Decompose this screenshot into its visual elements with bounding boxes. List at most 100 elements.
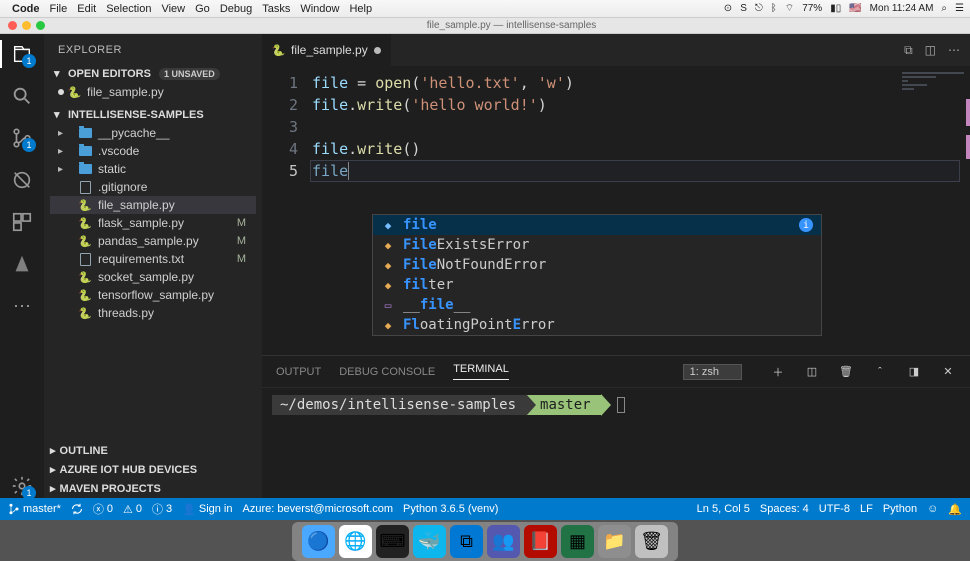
workspace-section[interactable]: ▾ INTELLISENSE-SAMPLES (50, 105, 256, 124)
code-line[interactable]: file.write() (312, 138, 970, 160)
terminal-body[interactable]: ~/demos/intellisense-samples master (262, 388, 970, 498)
close-panel-button[interactable]: ✕ (940, 364, 956, 380)
menu-icon[interactable]: ⊙ (724, 3, 732, 14)
menu-icon[interactable]: S (740, 3, 747, 14)
extensions-icon[interactable] (10, 210, 34, 234)
maximize-window-button[interactable] (36, 21, 45, 30)
panel-up-button[interactable]: ˆ (872, 364, 888, 380)
file-tree-item[interactable]: .gitignore (50, 178, 256, 196)
file-tree-item[interactable]: ▸static (50, 160, 256, 178)
code-line[interactable]: file.write('hello world!') (312, 94, 970, 116)
suggest-item[interactable]: ◆ FileExistsError (373, 235, 821, 255)
split-editor-icon[interactable]: ◫ (925, 43, 936, 57)
menu-item[interactable]: Go (195, 3, 210, 15)
more-icon[interactable]: ⋯ (948, 43, 960, 57)
close-window-button[interactable] (8, 21, 17, 30)
menu-item[interactable]: Selection (106, 3, 151, 15)
dock-app-excel[interactable]: ▦ (561, 525, 594, 558)
python-env-status[interactable]: Python 3.6.5 (venv) (403, 503, 498, 515)
collapsed-section[interactable]: ▸AZURE IOT HUB DEVICES (44, 460, 262, 479)
more-icon[interactable]: ⋯ (10, 294, 34, 318)
warnings-status[interactable]: ⚠ 0 (123, 503, 142, 516)
file-tree-item[interactable]: 🐍tensorflow_sample.py (50, 286, 256, 304)
file-tree-item[interactable]: ▸.vscode (50, 142, 256, 160)
dock-app-acrobat[interactable]: 📕 (524, 525, 557, 558)
sync-status[interactable] (71, 503, 83, 515)
flag-icon[interactable]: 🇺🇸 (849, 3, 861, 14)
debug-icon[interactable] (10, 168, 34, 192)
panel-tab-terminal[interactable]: TERMINAL (453, 363, 509, 380)
file-tree-item[interactable]: 🐍socket_sample.py (50, 268, 256, 286)
open-editor-item[interactable]: 🐍 file_sample.py (50, 83, 256, 101)
kill-terminal-button[interactable]: 🗑 (838, 364, 854, 380)
menu-icon[interactable]: ⎋ (755, 3, 763, 14)
suggest-item[interactable]: ◆ FileNotFoundError (373, 255, 821, 275)
info-status[interactable]: ⓘ 3 (152, 501, 172, 517)
dock-app-terminal[interactable]: ⌨ (376, 525, 409, 558)
search-icon[interactable]: ⌕ (941, 3, 947, 14)
explorer-icon[interactable]: 1 (10, 42, 34, 66)
menu-item[interactable]: View (161, 3, 185, 15)
file-tree-item[interactable]: 🐍pandas_sample.py M (50, 232, 256, 250)
file-tree-item[interactable]: 🐍file_sample.py (50, 196, 256, 214)
menu-item[interactable]: Window (300, 3, 339, 15)
file-tree-item[interactable]: 🐍threads.py (50, 304, 256, 322)
git-branch-status[interactable]: master* (8, 503, 61, 515)
code-line[interactable]: file = open('hello.txt', 'w') (312, 72, 970, 94)
menu-item[interactable]: Debug (220, 3, 252, 15)
dock-app-trash[interactable]: 🗑 (635, 525, 668, 558)
terminal-select[interactable]: 1: zsh (683, 364, 742, 380)
search-icon[interactable] (10, 84, 34, 108)
minimize-window-button[interactable] (22, 21, 31, 30)
bluetooth-icon[interactable]: ᛒ (771, 3, 777, 14)
menu-icon[interactable]: ☰ (955, 3, 964, 14)
azure-status[interactable]: Azure: beverst@microsoft.com (243, 503, 394, 515)
dock-app-teams[interactable]: 👥 (487, 525, 520, 558)
menu-app[interactable]: Code (12, 3, 40, 15)
compare-icon[interactable]: ⧉ (904, 43, 913, 58)
collapsed-section[interactable]: ▸OUTLINE (44, 441, 262, 460)
maximize-panel-button[interactable]: ◨ (906, 364, 922, 380)
errors-status[interactable]: ⓧ 0 (93, 501, 113, 517)
menu-item[interactable]: Edit (77, 3, 96, 15)
new-terminal-button[interactable]: ＋ (770, 364, 786, 380)
tab-bar: 🐍 file_sample.py ⧉ ◫ ⋯ (262, 34, 970, 66)
signin-status[interactable]: 👤 Sign in (182, 503, 232, 516)
dock-app-vscode[interactable]: ⧉ (450, 525, 483, 558)
code-line[interactable] (312, 116, 970, 138)
file-tree-item[interactable]: requirements.txt M (50, 250, 256, 268)
file-tree-item[interactable]: ▸__pycache__ (50, 124, 256, 142)
file-tree-item[interactable]: 🐍flask_sample.py M (50, 214, 256, 232)
menu-item[interactable]: File (50, 3, 68, 15)
minimap[interactable] (898, 68, 968, 128)
eol-status[interactable]: LF (860, 503, 873, 515)
azure-icon[interactable] (10, 252, 34, 276)
dock-app-folder[interactable]: 📁 (598, 525, 631, 558)
info-icon[interactable]: i (799, 218, 813, 232)
menu-item[interactable]: Tasks (262, 3, 290, 15)
menu-item[interactable]: Help (349, 3, 372, 15)
suggest-item[interactable]: ◆ FloatingPointError (373, 315, 821, 335)
dock-app-chrome[interactable]: 🌐 (339, 525, 372, 558)
battery-icon[interactable]: ▮▯ (830, 3, 841, 14)
split-terminal-button[interactable]: ◫ (804, 364, 820, 380)
suggest-item[interactable]: ◆ filter (373, 275, 821, 295)
dock-app-docker[interactable]: 🐳 (413, 525, 446, 558)
dock-app-finder[interactable]: 🔵 (302, 525, 335, 558)
wifi-icon[interactable]: ⌔ (785, 2, 794, 15)
notifications-icon[interactable]: 🔔 (948, 503, 962, 516)
source-control-icon[interactable]: 1 (10, 126, 34, 150)
feedback-icon[interactable]: ☺ (927, 503, 938, 515)
panel-tab-debug[interactable]: DEBUG CONSOLE (339, 366, 435, 378)
open-editors-section[interactable]: ▾ OPEN EDITORS 1 UNSAVED (50, 64, 256, 83)
spaces-status[interactable]: Spaces: 4 (760, 503, 809, 515)
language-status[interactable]: Python (883, 503, 917, 515)
suggest-item[interactable]: ◆ file i (373, 215, 821, 235)
panel-tab-output[interactable]: OUTPUT (276, 366, 321, 378)
collapsed-section[interactable]: ▸MAVEN PROJECTS (44, 479, 262, 498)
cursor-pos-status[interactable]: Ln 5, Col 5 (697, 503, 750, 515)
settings-icon[interactable]: 1 (10, 474, 34, 498)
suggest-item[interactable]: ▭ __file__ (373, 295, 821, 315)
encoding-status[interactable]: UTF-8 (819, 503, 850, 515)
editor-tab[interactable]: 🐍 file_sample.py (262, 34, 392, 66)
